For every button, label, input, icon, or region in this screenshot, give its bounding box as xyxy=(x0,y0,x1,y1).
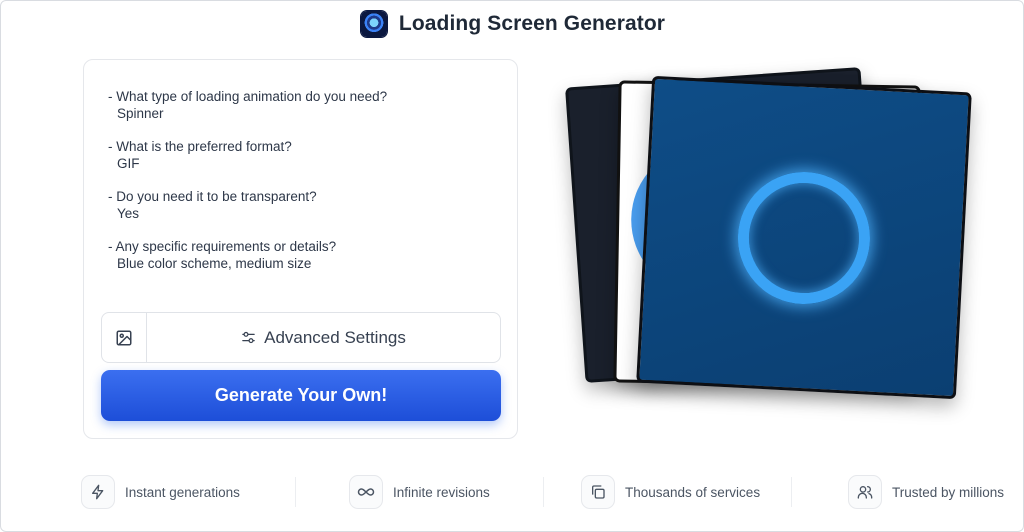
feature-trusted: Trusted by millions xyxy=(848,475,1004,509)
feature-label: Infinite revisions xyxy=(393,484,490,500)
feature-instant: Instant generations xyxy=(81,475,240,509)
app-logo-icon xyxy=(360,11,387,37)
preview-stack xyxy=(561,59,981,419)
copy-icon xyxy=(592,485,605,499)
feature-label: Thousands of services xyxy=(625,484,761,500)
feature-label: Instant generations xyxy=(125,484,240,500)
question-text: - What is the preferred format? xyxy=(108,139,292,154)
question-item: - Do you need it to be transparent? Yes xyxy=(108,188,498,222)
answer-text: Spinner xyxy=(117,106,164,121)
feature-revisions: Infinite revisions xyxy=(349,475,490,509)
answer-text: Blue color scheme, medium size xyxy=(117,256,312,271)
app-frame: Loading Screen Generator - What type of … xyxy=(0,0,1024,532)
generate-button-label: Generate Your Own! xyxy=(214,385,388,405)
prompt-card: - What type of loading animation do you … xyxy=(83,59,518,439)
question-item: - Any specific requirements or details? … xyxy=(108,238,498,272)
answer-text: GIF xyxy=(117,156,140,171)
question-text: - Do you need it to be transparent? xyxy=(108,189,317,204)
advanced-settings-row: Advanced Settings xyxy=(101,312,501,363)
advanced-settings-button[interactable]: Advanced Settings xyxy=(147,313,500,362)
feature-services: Thousands of services xyxy=(581,475,760,509)
blue-spinner-card xyxy=(636,75,972,400)
question-text: - What type of loading animation do you … xyxy=(108,89,388,104)
divider xyxy=(543,477,544,507)
image-icon xyxy=(116,330,132,345)
divider xyxy=(295,477,296,507)
question-item: - What is the preferred format? GIF xyxy=(108,138,498,172)
question-text: - Any specific requirements or details? xyxy=(108,239,337,254)
features-bar: Instant generations Infinite revisions T… xyxy=(81,473,1006,511)
users-icon xyxy=(857,486,873,499)
generate-button[interactable]: Generate Your Own! xyxy=(101,370,501,421)
question-item: - What type of loading animation do you … xyxy=(108,88,498,122)
page-title: Loading Screen Generator xyxy=(398,12,666,35)
questions-list: - What type of loading animation do you … xyxy=(108,88,498,288)
upload-image-button[interactable] xyxy=(102,313,147,362)
lightning-icon xyxy=(92,484,104,500)
spinner-ring-icon xyxy=(734,168,874,307)
infinity-icon xyxy=(357,488,375,496)
divider xyxy=(791,477,792,507)
advanced-settings-label: Advanced Settings xyxy=(264,327,406,347)
answer-text: Yes xyxy=(117,206,140,221)
header: Loading Screen Generator xyxy=(1,7,1024,41)
feature-label: Trusted by millions xyxy=(892,484,1005,500)
sliders-icon xyxy=(242,331,255,344)
